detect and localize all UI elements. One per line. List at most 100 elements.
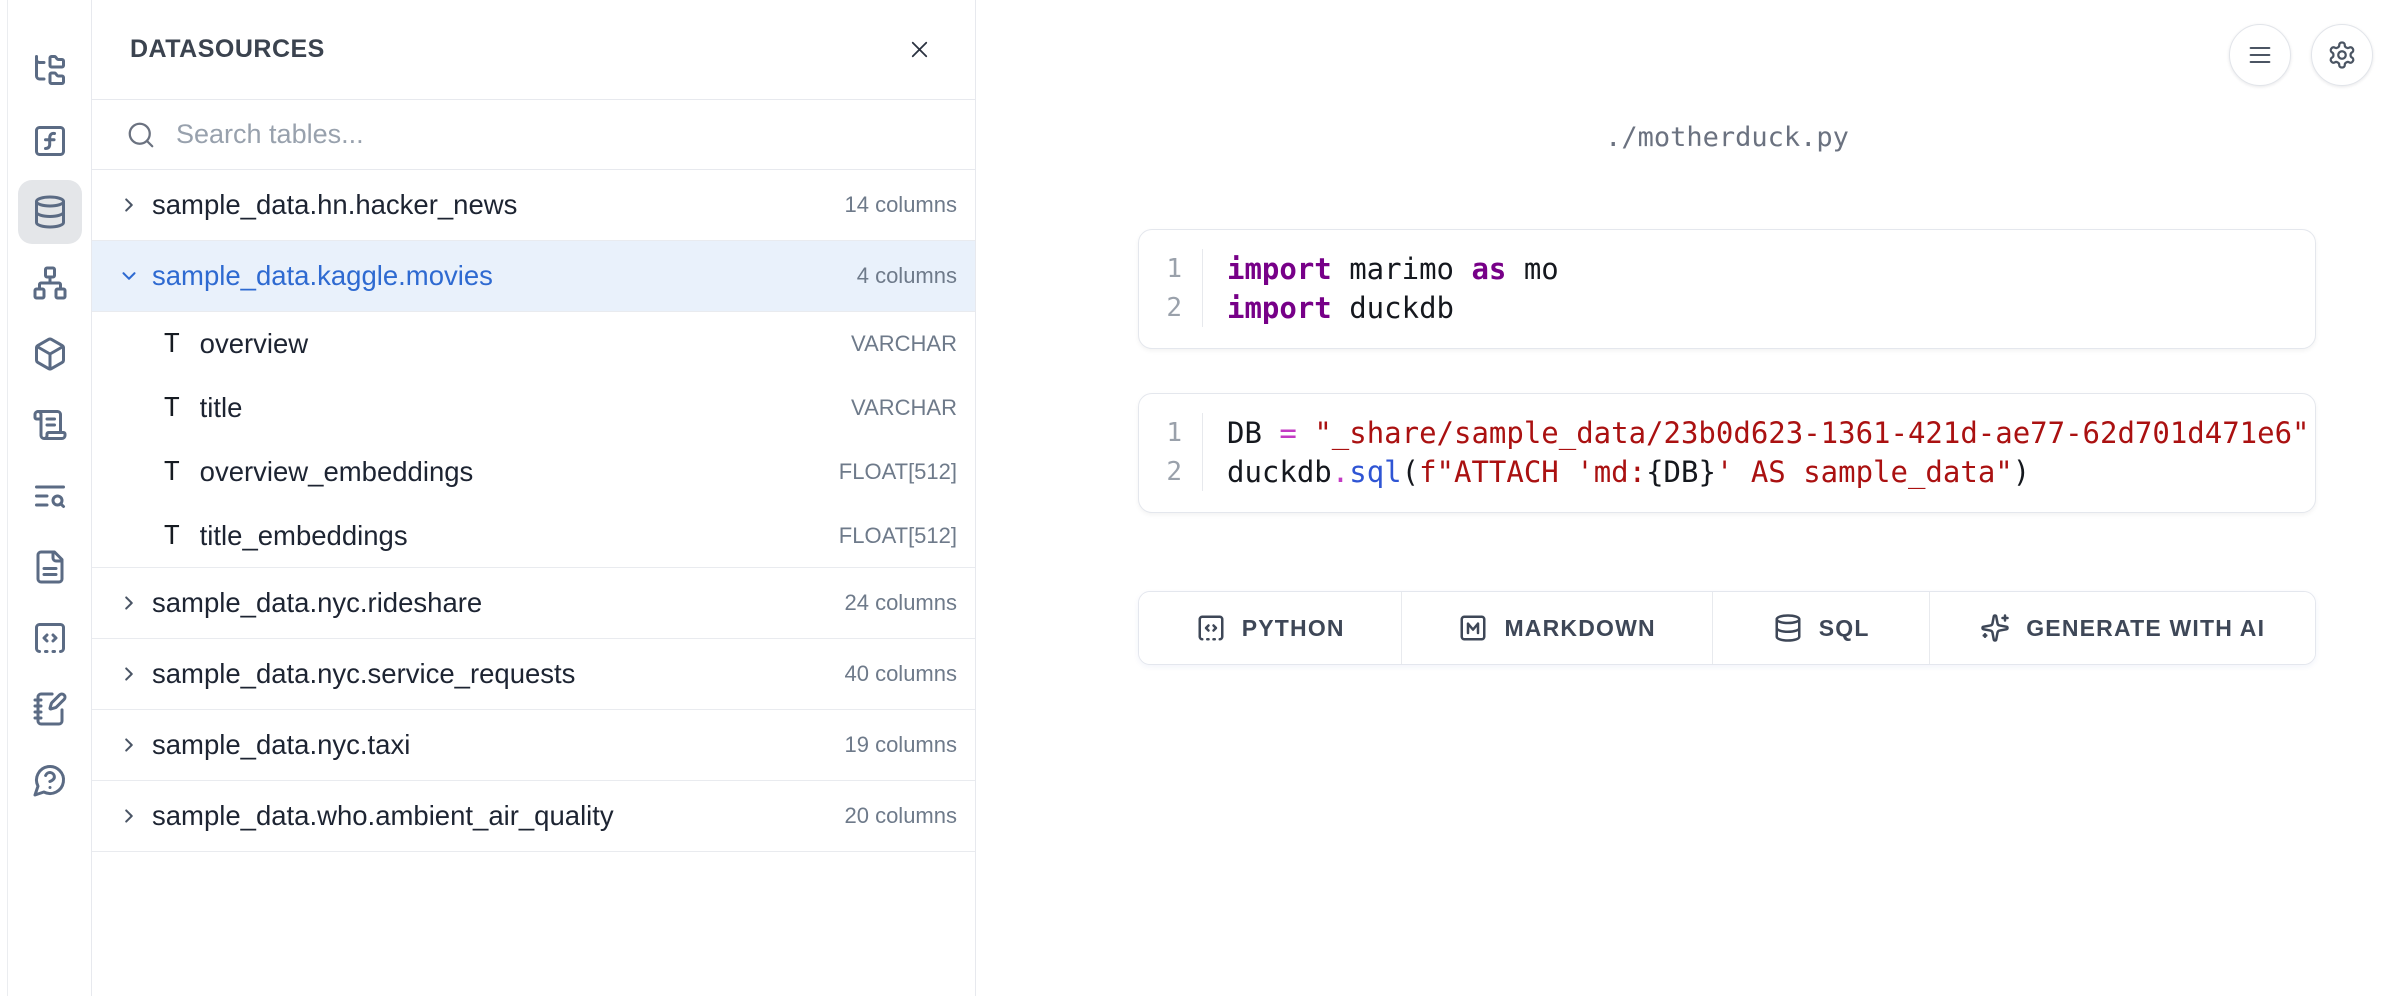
code-square-icon <box>32 620 68 656</box>
settings-icon <box>2327 40 2357 70</box>
code-token: ) <box>2013 455 2030 489</box>
code-square-icon <box>1196 613 1226 643</box>
column-type: FLOAT[512] <box>839 523 957 549</box>
code-token: DB <box>1227 416 1279 450</box>
add-cell-generate-with-ai-button[interactable]: GENERATE WITH AI <box>1930 592 2315 664</box>
table-row[interactable]: sample_data.kaggle.movies4 columns <box>92 241 975 312</box>
notebook-actions <box>2229 24 2373 86</box>
table-row[interactable]: sample_data.nyc.service_requests40 colum… <box>92 639 975 710</box>
search-bar <box>92 100 975 170</box>
add-cell-button-label: MARKDOWN <box>1504 615 1655 642</box>
datasources-panel: DATASOURCES sample_data.hn.hacker_news14… <box>92 0 976 996</box>
code-token: duckdb <box>1332 291 1454 325</box>
list-search-icon <box>32 478 68 514</box>
text-type-icon: T <box>164 521 180 551</box>
code-token: "_share/sample_data/23b0d623-1361-421d-a… <box>1314 416 2309 450</box>
table-name: sample_data.nyc.taxi <box>152 729 844 761</box>
sidebar-item-tracebacks[interactable] <box>18 464 82 528</box>
code-line: 1DB = "_share/sample_data/23b0d623-1361-… <box>1139 413 2315 452</box>
column-row[interactable]: Toverview_embeddingsFLOAT[512] <box>92 440 975 504</box>
table-row[interactable]: sample_data.nyc.taxi19 columns <box>92 710 975 781</box>
activity-bar <box>8 0 92 996</box>
file-text-icon <box>32 549 68 585</box>
menu-button[interactable] <box>2229 24 2291 86</box>
column-name: title_embeddings <box>200 520 839 552</box>
database-icon <box>32 194 68 230</box>
code-token: marimo <box>1332 252 1472 286</box>
search-input[interactable] <box>176 119 941 150</box>
table-row[interactable]: sample_data.hn.hacker_news14 columns <box>92 170 975 241</box>
column-type: VARCHAR <box>851 331 957 357</box>
menu-icon <box>2246 41 2274 69</box>
code-token: . <box>1332 455 1349 489</box>
column-count: 4 columns <box>857 263 957 289</box>
table-row[interactable]: sample_data.who.ambient_air_quality20 co… <box>92 781 975 852</box>
chevron-right-icon <box>118 805 140 827</box>
sidebar-item-datasources[interactable] <box>18 180 82 244</box>
search-icon <box>126 120 156 150</box>
code-token: {DB} <box>1646 455 1716 489</box>
column-count: 14 columns <box>844 192 957 218</box>
sidebar-item-logs[interactable] <box>18 393 82 457</box>
code-token: f"ATTACH 'md: <box>1419 455 1646 489</box>
sparkles-icon <box>1980 613 2010 643</box>
column-row[interactable]: Ttitle_embeddingsFLOAT[512] <box>92 504 975 568</box>
sidebar-item-documentation[interactable] <box>18 535 82 599</box>
line-number: 2 <box>1139 288 1203 327</box>
column-count: 20 columns <box>844 803 957 829</box>
column-name: title <box>200 392 851 424</box>
column-row[interactable]: ToverviewVARCHAR <box>92 312 975 376</box>
code-token: = <box>1279 416 1296 450</box>
notebook-area: ./motherduck.py 1import marimo as mo2imp… <box>976 0 2399 996</box>
text-type-icon: T <box>164 329 180 359</box>
code-line: 1import marimo as mo <box>1139 249 2315 288</box>
sidebar-item-dependencies[interactable] <box>18 251 82 315</box>
database-icon <box>1773 613 1803 643</box>
column-count: 24 columns <box>844 590 957 616</box>
line-number: 1 <box>1139 413 1203 452</box>
code-text: DB = "_share/sample_data/23b0d623-1361-4… <box>1203 416 2310 450</box>
code-token: import <box>1227 252 1332 286</box>
add-cell-button-label: PYTHON <box>1242 615 1345 642</box>
column-count: 40 columns <box>844 661 957 687</box>
table-name: sample_data.who.ambient_air_quality <box>152 800 844 832</box>
column-row[interactable]: TtitleVARCHAR <box>92 376 975 440</box>
add-cell-markdown-button[interactable]: MARKDOWN <box>1402 592 1712 664</box>
code-cell[interactable]: 1DB = "_share/sample_data/23b0d623-1361-… <box>1138 393 2316 513</box>
sidebar-item-snippets[interactable] <box>18 606 82 670</box>
close-icon <box>906 36 933 63</box>
table-name: sample_data.kaggle.movies <box>152 260 857 292</box>
column-type: FLOAT[512] <box>839 459 957 485</box>
column-count: 19 columns <box>844 732 957 758</box>
column-type: VARCHAR <box>851 395 957 421</box>
code-cell[interactable]: 1import marimo as mo2import duckdb <box>1138 229 2316 349</box>
sidebar-item-help[interactable] <box>18 748 82 812</box>
chevron-right-icon <box>118 734 140 756</box>
sidebar-item-scratchpad[interactable] <box>18 677 82 741</box>
help-circle-icon <box>32 762 68 798</box>
settings-button[interactable] <box>2311 24 2373 86</box>
code-token: import <box>1227 291 1332 325</box>
sidebar-item-variables[interactable] <box>18 109 82 173</box>
text-type-icon: T <box>164 393 180 423</box>
cells-container: 1import marimo as mo2import duckdb1DB = … <box>1138 229 2316 513</box>
add-cell-python-button[interactable]: PYTHON <box>1139 592 1402 664</box>
add-cell-sql-button[interactable]: SQL <box>1713 592 1931 664</box>
table-name: sample_data.nyc.service_requests <box>152 658 844 690</box>
table-name: sample_data.nyc.rideshare <box>152 587 844 619</box>
network-icon <box>32 265 68 301</box>
line-number: 2 <box>1139 452 1203 491</box>
sidebar-item-file-explorer[interactable] <box>18 38 82 102</box>
panel-title: DATASOURCES <box>130 35 325 64</box>
close-panel-button[interactable] <box>900 30 939 69</box>
chevron-right-icon <box>118 663 140 685</box>
function-square-icon <box>32 123 68 159</box>
table-row[interactable]: sample_data.nyc.rideshare24 columns <box>92 568 975 639</box>
sidebar-item-packages[interactable] <box>18 322 82 386</box>
line-number: 1 <box>1139 249 1203 288</box>
code-token: ' AS sample_data" <box>1716 455 2013 489</box>
chevron-right-icon <box>118 194 140 216</box>
code-text: duckdb.sql(f"ATTACH 'md:{DB}' AS sample_… <box>1203 455 2030 489</box>
add-cell-button-label: GENERATE WITH AI <box>2026 615 2265 642</box>
text-type-icon: T <box>164 457 180 487</box>
